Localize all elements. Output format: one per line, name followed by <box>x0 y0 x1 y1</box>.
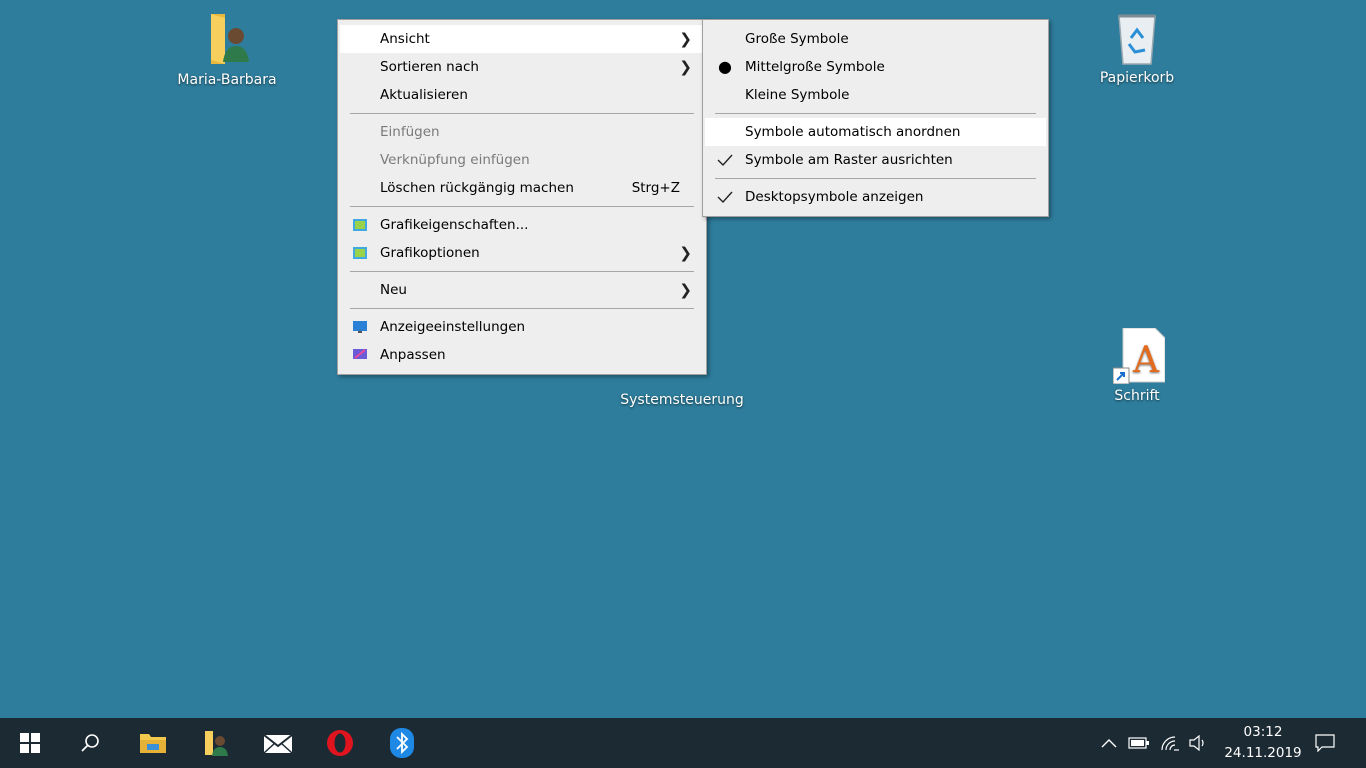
menu-item-align-to-grid[interactable]: Symbole am Raster ausrichten <box>705 146 1046 174</box>
menu-item-paste[interactable]: Einfügen <box>340 118 704 146</box>
shortcut-text: Strg+Z <box>631 180 680 196</box>
menu-item-refresh[interactable]: Aktualisieren <box>340 81 704 109</box>
graphics-icon <box>352 211 368 239</box>
chevron-right-icon: ❯ <box>679 30 692 48</box>
opera-icon <box>327 730 353 756</box>
checkmark-icon <box>717 183 733 211</box>
menu-item-medium-icons[interactable]: ● Mittelgroße Symbole <box>705 53 1046 81</box>
user-folder-icon <box>205 731 228 756</box>
menu-separator <box>715 113 1036 114</box>
wifi-icon <box>1161 736 1179 751</box>
search-button[interactable] <box>64 718 116 768</box>
bluetooth-icon <box>390 728 414 758</box>
desktop-icon-label: Systemsteuerung <box>620 392 744 408</box>
chevron-right-icon: ❯ <box>679 281 692 299</box>
taskbar-file-explorer[interactable] <box>127 718 179 768</box>
chevron-right-icon: ❯ <box>679 58 692 76</box>
menu-item-auto-arrange[interactable]: Symbole automatisch anordnen <box>705 118 1046 146</box>
taskbar-user-folder[interactable] <box>190 718 242 768</box>
notification-icon <box>1315 734 1335 752</box>
start-button[interactable] <box>4 718 56 768</box>
desktop-icon-label: Maria-Barbara <box>177 72 277 88</box>
taskbar-clock[interactable]: 03:12 24.11.2019 <box>1218 722 1308 764</box>
taskbar-opera[interactable] <box>314 718 366 768</box>
desktop-context-menu: Ansicht ❯ Sortieren nach ❯ Aktualisieren… <box>337 19 707 375</box>
chevron-up-icon <box>1101 739 1117 748</box>
menu-item-personalize[interactable]: Anpassen <box>340 341 704 369</box>
desktop-icon-label: Papierkorb <box>1099 70 1175 86</box>
taskbar: 03:12 24.11.2019 <box>0 718 1366 768</box>
menu-item-new[interactable]: Neu ❯ <box>340 276 704 304</box>
show-hidden-icons-button[interactable] <box>1097 718 1121 768</box>
volume-button[interactable] <box>1186 718 1212 768</box>
battery-icon <box>1128 737 1149 749</box>
clock-date: 24.11.2019 <box>1224 745 1302 761</box>
chevron-right-icon: ❯ <box>679 244 692 262</box>
desktop-icon-font[interactable]: A Schrift <box>1087 327 1187 404</box>
battery-button[interactable] <box>1126 718 1152 768</box>
view-submenu: Große Symbole ● Mittelgroße Symbole Klei… <box>702 19 1049 217</box>
recycle-bin-icon <box>1113 10 1161 65</box>
menu-item-undo-delete[interactable]: Löschen rückgängig machen Strg+Z <box>340 174 704 202</box>
menu-item-large-icons[interactable]: Große Symbole <box>705 25 1046 53</box>
desktop-icon-label: Schrift <box>1114 388 1160 404</box>
menu-item-view[interactable]: Ansicht ❯ <box>340 25 704 53</box>
svg-text:A: A <box>1132 340 1160 381</box>
network-button[interactable] <box>1157 718 1183 768</box>
checkmark-icon <box>717 146 733 174</box>
menu-item-small-icons[interactable]: Kleine Symbole <box>705 81 1046 109</box>
menu-separator <box>350 206 694 207</box>
taskbar-bluetooth[interactable] <box>376 718 428 768</box>
menu-item-paste-shortcut[interactable]: Verknüpfung einfügen <box>340 146 704 174</box>
menu-item-show-desktop-icons[interactable]: Desktopsymbole anzeigen <box>705 183 1046 211</box>
mail-icon <box>263 734 293 754</box>
menu-item-display-settings[interactable]: Anzeigeeinstellungen <box>340 313 704 341</box>
volume-icon <box>1189 735 1204 751</box>
font-shortcut-icon: A <box>1112 327 1166 385</box>
user-folder-icon <box>203 12 251 66</box>
search-icon <box>81 734 99 752</box>
taskbar-mail[interactable] <box>252 718 304 768</box>
display-settings-icon <box>352 313 368 341</box>
file-explorer-icon <box>140 734 166 753</box>
menu-separator <box>350 308 694 309</box>
menu-item-graphics-properties[interactable]: Grafikeigenschaften... <box>340 211 704 239</box>
graphics-icon <box>352 239 368 267</box>
menu-separator <box>350 271 694 272</box>
menu-separator <box>715 178 1036 179</box>
clock-time: 03:12 <box>1243 724 1283 740</box>
menu-item-graphics-options[interactable]: Grafikoptionen ❯ <box>340 239 704 267</box>
radio-dot-icon: ● <box>718 57 732 76</box>
desktop-icon-recycle-bin[interactable]: Papierkorb <box>1087 10 1187 86</box>
personalize-icon <box>352 341 368 369</box>
start-icon <box>20 733 40 753</box>
action-center-button[interactable] <box>1312 718 1338 768</box>
menu-item-sort-by[interactable]: Sortieren nach ❯ <box>340 53 704 81</box>
desktop-icon-user-folder[interactable]: Maria-Barbara <box>177 12 277 88</box>
menu-separator <box>350 113 694 114</box>
